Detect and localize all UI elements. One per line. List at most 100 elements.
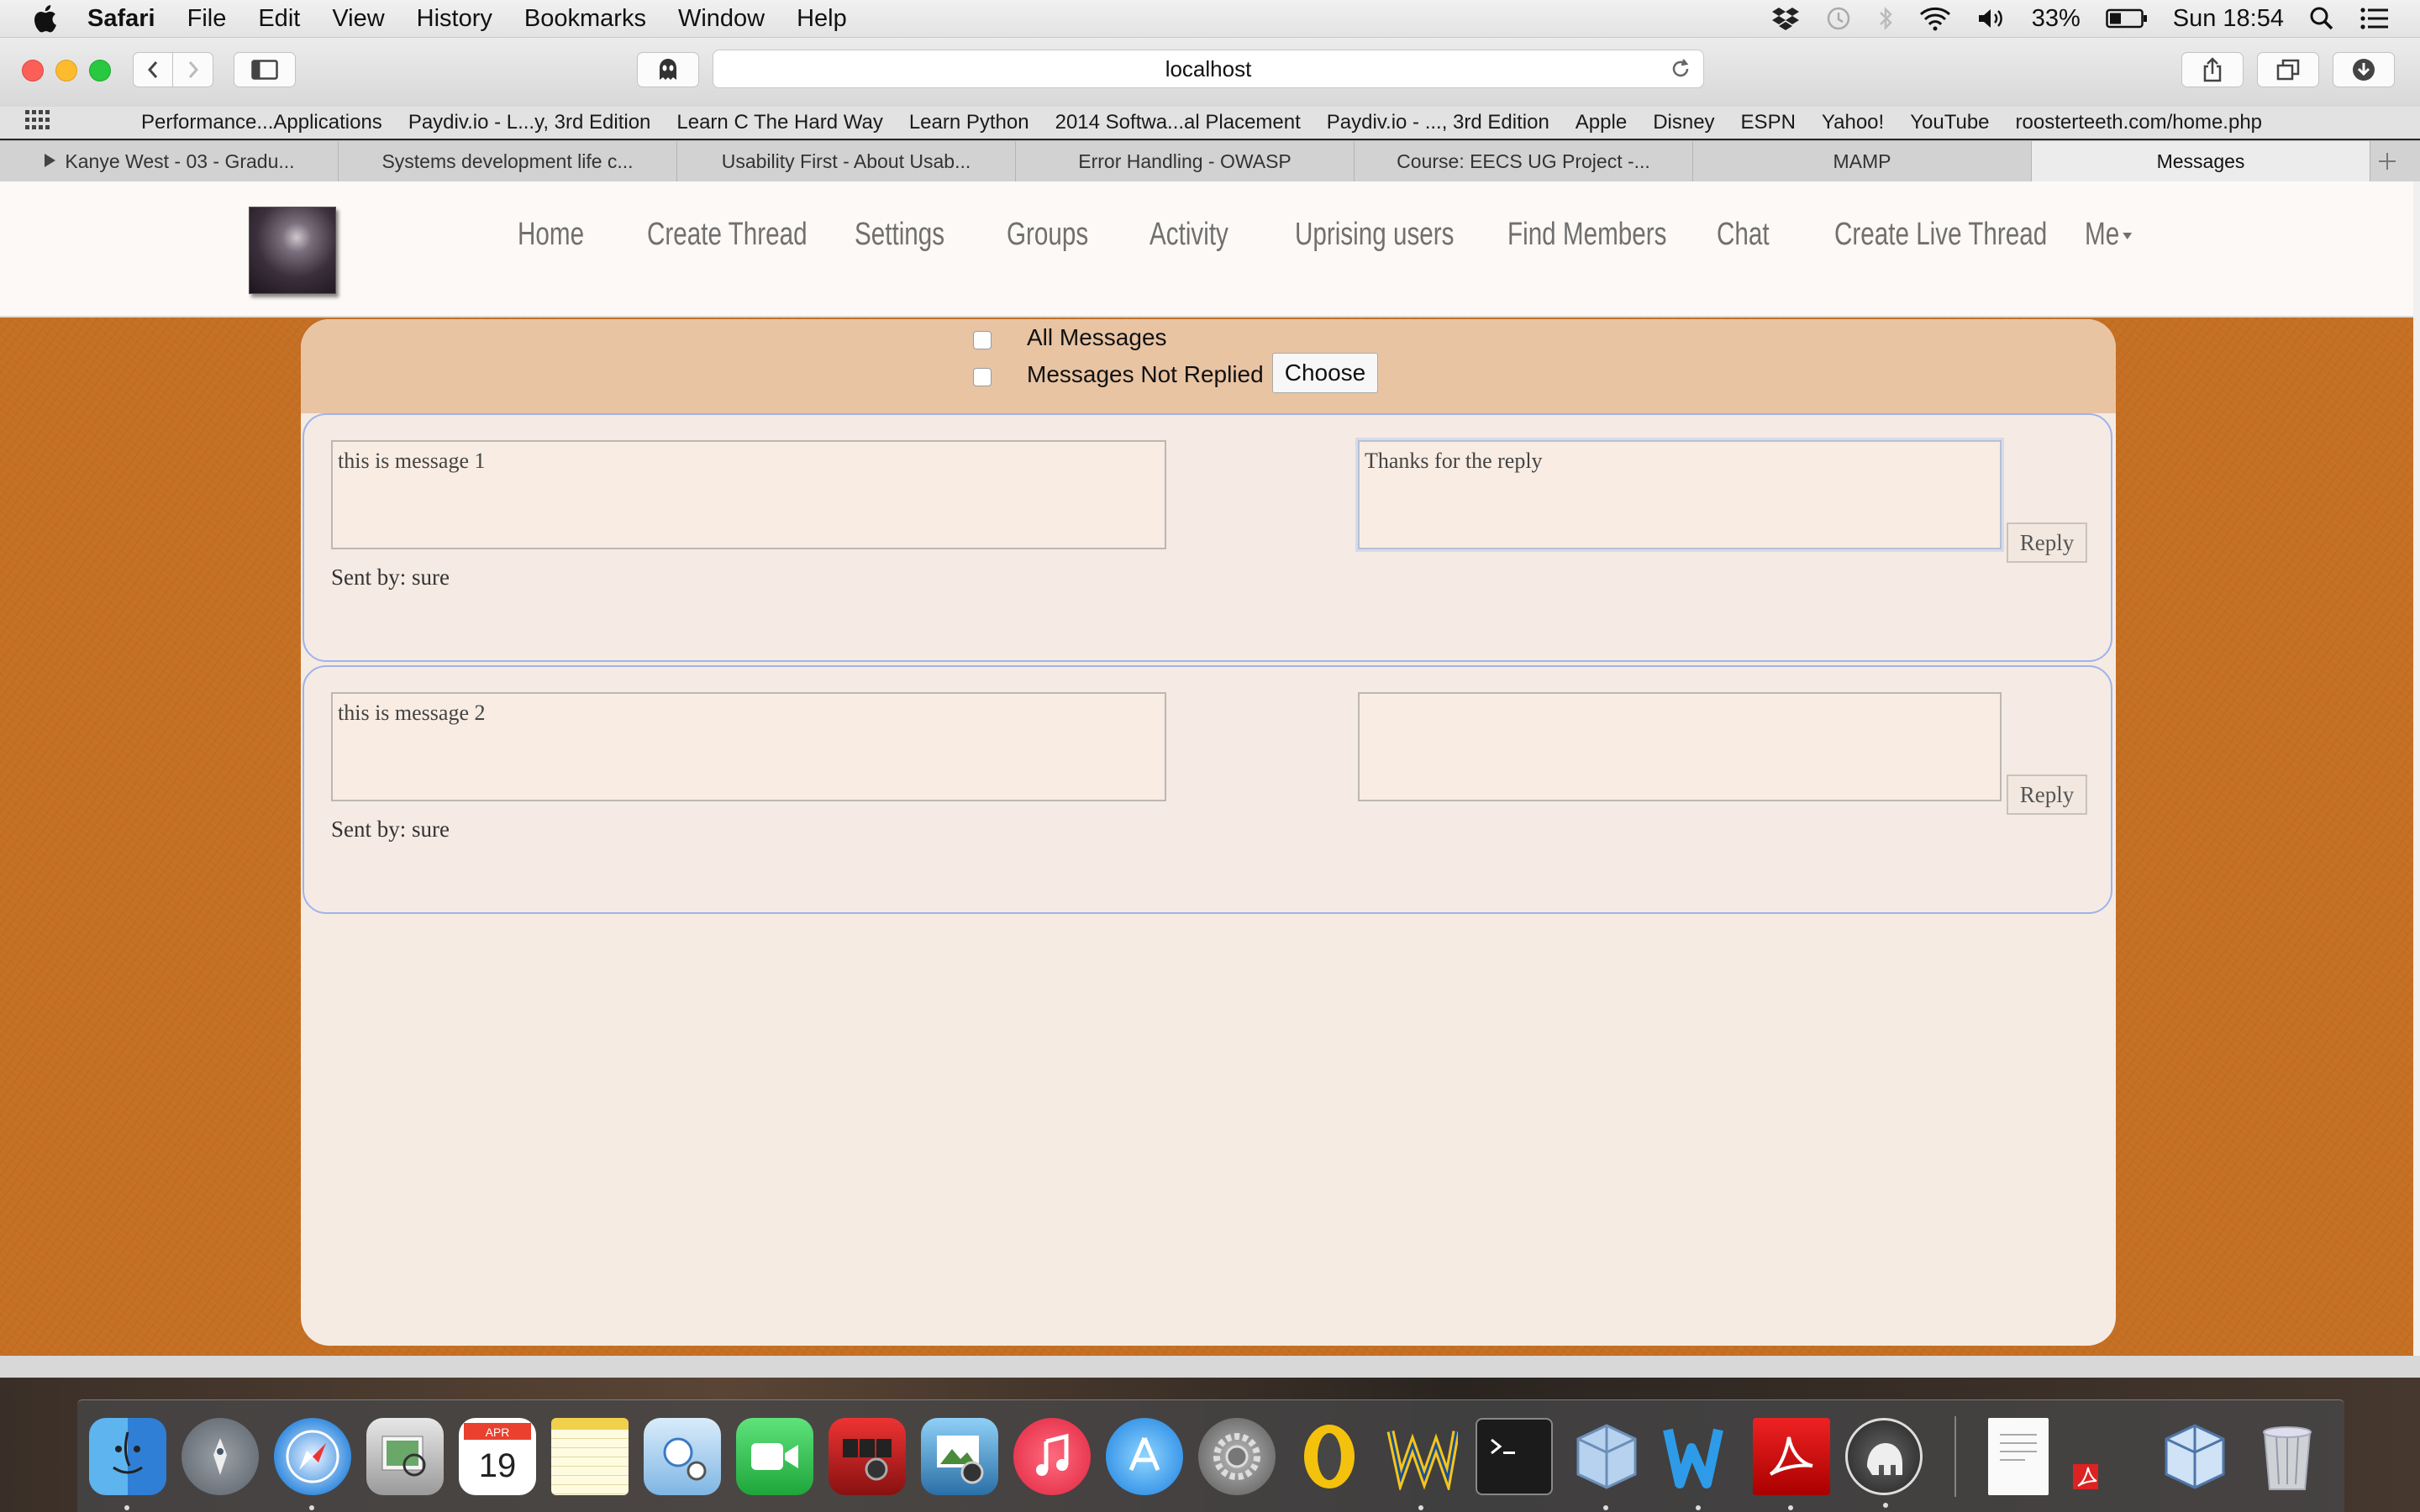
back-button[interactable] — [133, 52, 173, 87]
tab-kanye-west[interactable]: Kanye West - 03 - Gradu... — [0, 141, 339, 181]
all-messages-checkbox[interactable] — [973, 331, 992, 349]
share-button[interactable] — [2181, 52, 2244, 87]
photo-booth-strip-icon[interactable] — [829, 1417, 906, 1495]
menu-file[interactable]: File — [187, 5, 227, 33]
battery-icon[interactable] — [2106, 8, 2148, 29]
favorite-link[interactable]: Disney — [1653, 111, 1714, 134]
top-sites-icon[interactable] — [25, 109, 50, 136]
battery-percent[interactable]: 33% — [2032, 5, 2081, 33]
minimize-window-button[interactable] — [55, 60, 77, 81]
calendar-icon[interactable]: APR 19 — [459, 1417, 536, 1495]
tab-label: Course: EECS UG Project -... — [1397, 150, 1650, 172]
dropbox-icon[interactable] — [1771, 6, 1800, 31]
favorite-link[interactable]: Yahoo! — [1822, 111, 1884, 134]
opera-icon[interactable] — [1291, 1418, 1368, 1495]
forward-button[interactable] — [173, 52, 213, 87]
finder-icon[interactable] — [89, 1417, 166, 1510]
not-replied-label: Messages Not Replied — [1027, 361, 1264, 387]
time-machine-icon[interactable] — [1825, 5, 1852, 32]
menu-window[interactable]: Window — [678, 5, 765, 33]
favorite-link[interactable]: YouTube — [1910, 111, 1989, 134]
nav-activity[interactable]: Activity — [1150, 217, 1228, 253]
nav-me-dropdown[interactable]: Me — [2085, 217, 2133, 253]
reply-button[interactable]: Reply — [2007, 522, 2087, 563]
tab-sdlc[interactable]: Systems development life c... — [339, 141, 677, 181]
itunes-icon[interactable] — [1013, 1417, 1091, 1495]
favorite-link[interactable]: ESPN — [1741, 111, 1796, 134]
close-window-button[interactable] — [22, 60, 44, 81]
downloads-button[interactable] — [2333, 52, 2395, 87]
reply-textarea[interactable] — [1358, 692, 2002, 801]
preview-icon[interactable] — [366, 1417, 444, 1495]
wampserver-icon[interactable] — [1383, 1418, 1460, 1510]
zoom-window-button[interactable] — [89, 60, 111, 81]
safari-icon[interactable] — [274, 1417, 351, 1510]
word-icon[interactable] — [1660, 1418, 1738, 1510]
plus-icon — [2379, 153, 2396, 170]
nav-settings[interactable]: Settings — [855, 217, 944, 253]
tab-eecs-course[interactable]: Course: EECS UG Project -... — [1355, 141, 1693, 181]
favorite-link[interactable]: Learn C The Hard Way — [676, 111, 882, 134]
menu-history[interactable]: History — [417, 5, 492, 33]
tab-messages[interactable]: Messages — [2032, 141, 2370, 181]
choose-button[interactable]: Choose — [1272, 353, 1378, 393]
notification-center-icon[interactable] — [2360, 6, 2390, 31]
menu-edit[interactable]: Edit — [258, 5, 300, 33]
notes-icon[interactable] — [551, 1417, 629, 1495]
terminal-icon[interactable] — [1476, 1417, 1553, 1495]
nav-find-members[interactable]: Find Members — [1507, 217, 1666, 253]
bluetooth-icon[interactable] — [1877, 5, 1894, 32]
virtualbox-icon[interactable] — [1568, 1418, 1645, 1510]
reply-textarea[interactable]: Thanks for the reply — [1358, 440, 2002, 549]
photo-booth-icon[interactable] — [644, 1417, 721, 1495]
tab-owasp[interactable]: Error Handling - OWASP — [1016, 141, 1355, 181]
nav-chat[interactable]: Chat — [1717, 217, 1770, 253]
acrobat-icon[interactable] — [1753, 1417, 1830, 1510]
nav-groups[interactable]: Groups — [1007, 217, 1088, 253]
iphoto-icon[interactable] — [921, 1417, 998, 1495]
menu-safari[interactable]: Safari — [87, 5, 155, 33]
tab-mamp[interactable]: MAMP — [1693, 141, 2032, 181]
acrobat-file-icon[interactable] — [2064, 1418, 2141, 1495]
nav-home[interactable]: Home — [518, 217, 584, 253]
sent-by: Sent by: sure — [331, 816, 450, 842]
page-scrollbar[interactable] — [2413, 181, 2420, 1356]
tabs-overview-button[interactable] — [2257, 52, 2319, 87]
new-tab-button[interactable] — [2370, 141, 2404, 181]
favorite-link[interactable]: 2014 Softwa...al Placement — [1055, 111, 1301, 134]
not-replied-checkbox[interactable] — [973, 368, 992, 386]
spotlight-icon[interactable] — [2309, 6, 2334, 31]
wifi-icon[interactable] — [1919, 6, 1951, 31]
nav-create-thread[interactable]: Create Thread — [647, 217, 808, 253]
menu-view[interactable]: View — [332, 5, 384, 33]
virtualbox-file-icon[interactable] — [2156, 1418, 2233, 1495]
clock[interactable]: Sun 18:54 — [2173, 5, 2284, 33]
nav-uprising-users[interactable]: Uprising users — [1295, 217, 1454, 253]
menu-help[interactable]: Help — [797, 5, 847, 33]
message-card: this is message 2 Reply Sent by: sure — [302, 665, 2112, 914]
reply-button[interactable]: Reply — [2007, 774, 2087, 815]
favorite-link[interactable]: Paydiv.io - ..., 3rd Edition — [1327, 111, 1549, 134]
tab-label: MAMP — [1833, 150, 1891, 172]
menu-bookmarks[interactable]: Bookmarks — [524, 5, 646, 33]
favorite-link[interactable]: Apple — [1576, 111, 1627, 134]
system-preferences-icon[interactable] — [1198, 1417, 1276, 1495]
nav-create-live-thread[interactable]: Create Live Thread — [1834, 217, 2047, 253]
favorite-link[interactable]: Learn Python — [909, 111, 1029, 134]
sequel-icon[interactable] — [1845, 1417, 1923, 1508]
document-icon[interactable] — [1988, 1417, 2049, 1495]
tab-usability-first[interactable]: Usability First - About Usab... — [677, 141, 1016, 181]
ghostery-button[interactable] — [637, 52, 699, 87]
reload-icon[interactable] — [1670, 58, 1691, 86]
app-store-icon[interactable] — [1106, 1417, 1183, 1495]
favorite-link[interactable]: roosterteeth.com/home.php — [2016, 111, 2263, 134]
launchpad-icon[interactable] — [182, 1417, 259, 1495]
apple-menu-icon[interactable] — [32, 4, 57, 33]
facetime-icon[interactable] — [736, 1417, 813, 1495]
trash-icon[interactable] — [2249, 1418, 2326, 1495]
favorite-link[interactable]: Performance...Applications — [141, 111, 382, 134]
address-bar[interactable]: localhost — [713, 50, 1704, 88]
sidebar-button[interactable] — [234, 52, 296, 87]
volume-icon[interactable] — [1976, 6, 2007, 31]
favorite-link[interactable]: Paydiv.io - L...y, 3rd Edition — [408, 111, 651, 134]
